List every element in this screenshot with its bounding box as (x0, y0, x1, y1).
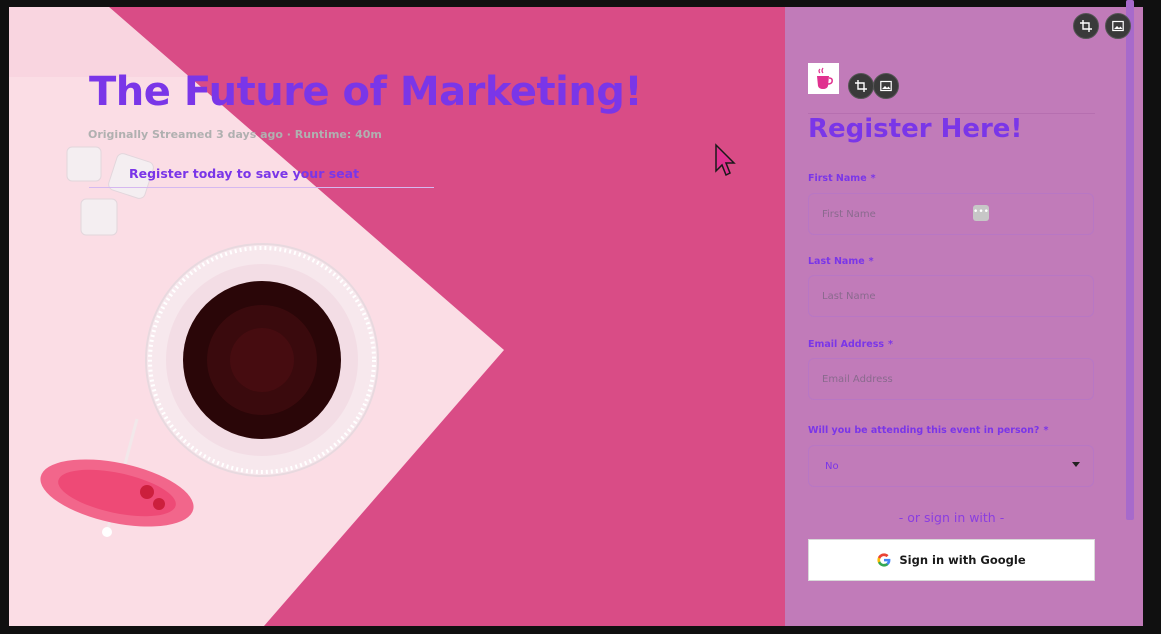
crop-icon (1080, 20, 1092, 32)
sign-in-divider-text: - or sign in with - (898, 510, 1005, 525)
email-input[interactable] (809, 359, 1093, 399)
attending-label: Will you be attending this event in pers… (808, 425, 1048, 436)
autofill-dots-icon[interactable]: ••• (973, 205, 989, 221)
required-mark: * (870, 173, 876, 184)
cocktail-glass (145, 243, 379, 477)
brand-logo (808, 63, 839, 94)
email-label: Email Address * (808, 339, 893, 350)
first-name-input[interactable] (809, 194, 1093, 234)
last-name-input[interactable] (809, 276, 1093, 316)
logo-crop-button[interactable] (848, 73, 874, 99)
attending-select[interactable]: No (808, 445, 1094, 487)
last-name-label: Last Name * (808, 256, 874, 267)
panel-scrollbar[interactable] (1126, 0, 1134, 520)
image-icon (880, 80, 892, 92)
ice-cubes (66, 146, 154, 236)
crop-button[interactable] (1073, 13, 1099, 39)
required-mark: * (1043, 425, 1049, 436)
coffee-cup-icon (816, 67, 833, 89)
last-name-field[interactable] (808, 275, 1094, 317)
mouse-cursor-icon (715, 143, 736, 177)
register-cta-link[interactable]: Register today to save your seat (129, 166, 359, 181)
logo-image-button[interactable] (873, 73, 899, 99)
google-sign-in-label: Sign in with Google (899, 553, 1026, 567)
attending-label-text: Will you be attending this event in pers… (808, 425, 1040, 436)
register-title: Register Here! (808, 114, 1023, 144)
required-mark: * (868, 256, 874, 267)
chevron-down-icon (1072, 462, 1080, 467)
email-field[interactable] (808, 358, 1094, 400)
last-name-label-text: Last Name (808, 256, 865, 267)
hero-divider (89, 187, 434, 188)
first-name-label: First Name * (808, 173, 876, 184)
image-icon (1112, 20, 1124, 32)
first-name-label-text: First Name (808, 173, 867, 184)
first-name-field[interactable] (808, 193, 1094, 235)
required-mark: * (888, 339, 893, 350)
hero-subtitle: Originally Streamed 3 days ago · Runtime… (88, 128, 382, 141)
email-label-text: Email Address (808, 339, 885, 350)
google-sign-in-button[interactable]: Sign in with Google (808, 539, 1095, 581)
attending-selected-value: No (825, 461, 839, 472)
google-icon (877, 553, 891, 567)
crop-icon (855, 80, 867, 92)
hero-title: The Future of Marketing! (89, 69, 643, 115)
image-button[interactable] (1105, 13, 1131, 39)
hero-section: The Future of Marketing! Originally Stre… (9, 7, 785, 626)
